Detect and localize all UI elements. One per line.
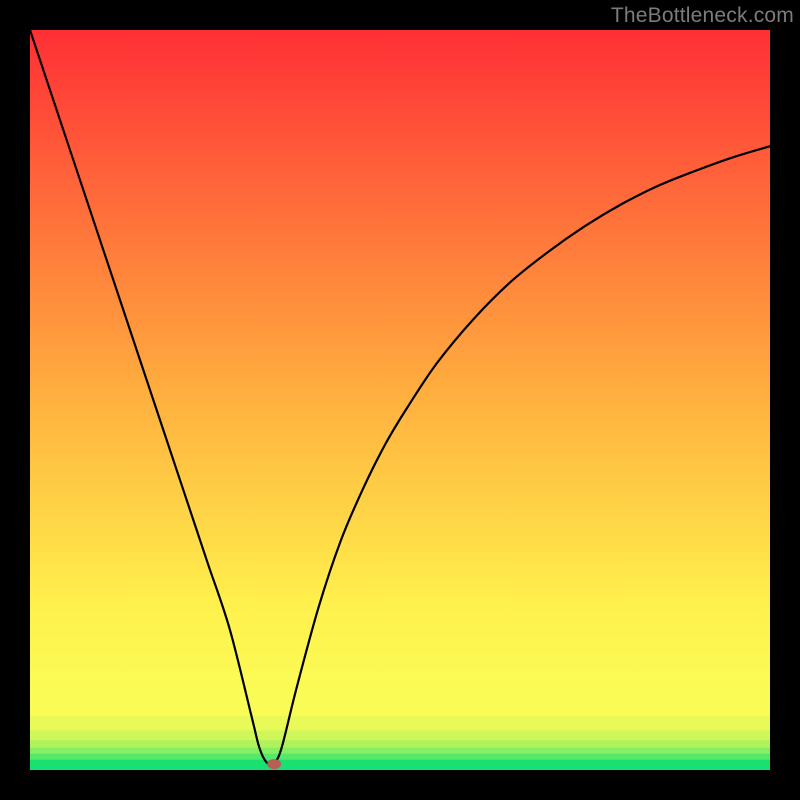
chart-frame: TheBottleneck.com xyxy=(0,0,800,800)
bottom-bands xyxy=(30,689,770,770)
watermark-text: TheBottleneck.com xyxy=(611,4,794,28)
plot-area xyxy=(30,30,770,770)
optimal-point-marker xyxy=(267,759,281,769)
gradient-background xyxy=(30,30,770,770)
chart-svg xyxy=(30,30,770,770)
